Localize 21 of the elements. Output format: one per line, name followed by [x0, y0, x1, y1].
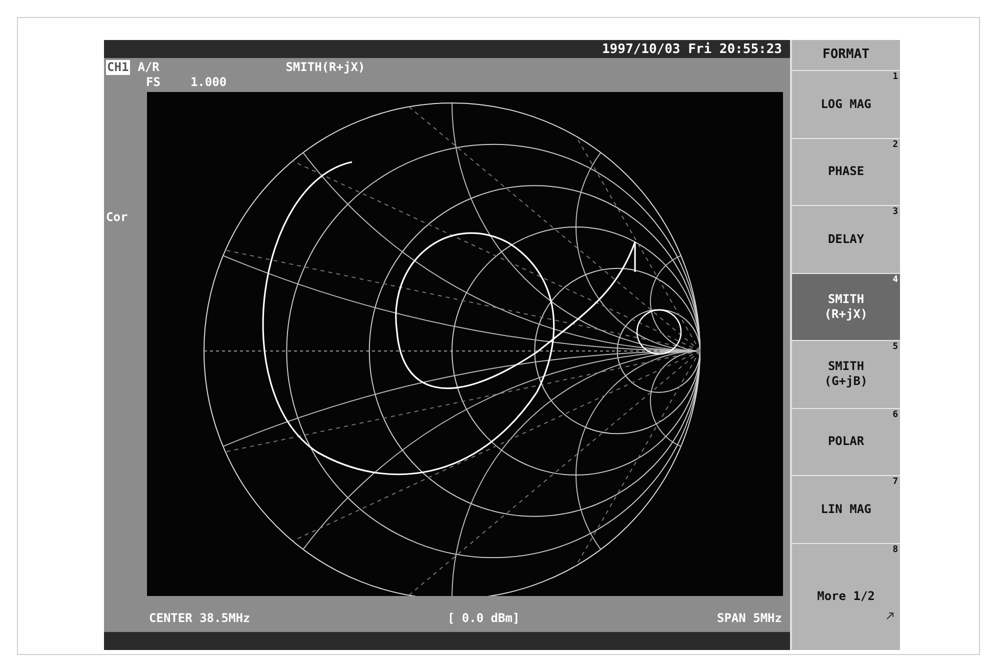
center-frequency: CENTER 38.5MHz: [149, 610, 250, 627]
scale-label: FS: [146, 75, 160, 90]
channel-label: CH1: [106, 60, 130, 75]
softkey-number: 6: [892, 410, 898, 420]
power-level: [ 0.0 dBm]: [447, 610, 520, 627]
format-label: SMITH(R+jX): [286, 60, 366, 75]
scale-value: 1.000: [190, 75, 227, 90]
frequency-span: SPAN 5MHz: [716, 610, 782, 627]
softkey-number: 8: [892, 546, 898, 555]
arrow-icon: [886, 612, 894, 620]
date-time: 1997/10/03 Fri 20:55:23: [602, 42, 782, 56]
softkey-menu-title: FORMAT: [822, 46, 870, 64]
softkey-number: 5: [892, 343, 898, 352]
softkey[interactable]: SMITH (R+jX) 4: [792, 272, 900, 340]
softkey-number: 3: [892, 208, 898, 218]
softkey-number: 1: [892, 73, 898, 82]
softkey-number: 7: [892, 478, 898, 488]
marker-label: Cor: [105, 209, 128, 226]
softkey-number: 2: [892, 140, 898, 150]
parameter-label: A/R: [138, 60, 160, 75]
softkey-number: 4: [892, 276, 898, 285]
